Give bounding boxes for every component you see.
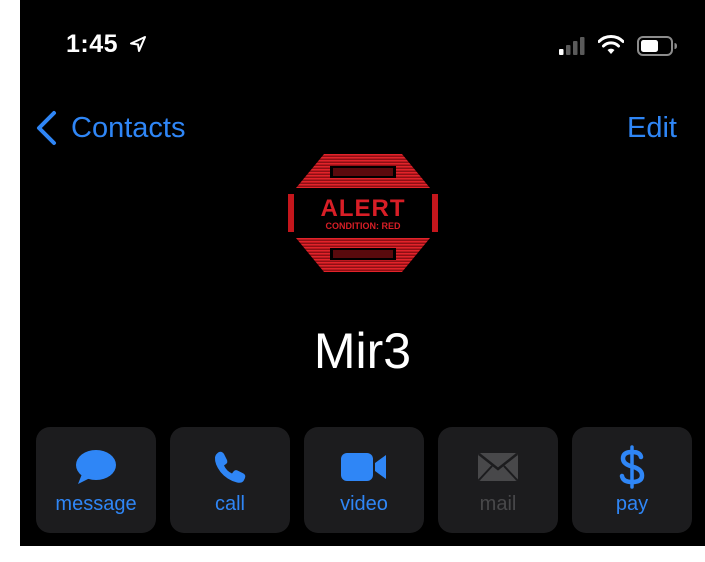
contact-avatar-alert-logo: ALERT CONDITION: RED — [288, 154, 438, 272]
navigation-bar: Contacts Edit — [20, 100, 705, 154]
message-button-label: message — [55, 493, 137, 515]
call-button-label: call — [214, 493, 245, 515]
avatar-logo-text: ALERT — [321, 195, 406, 222]
battery-icon — [637, 36, 677, 56]
contact-name: Mir3 — [313, 323, 412, 379]
status-time: 1:45 — [66, 30, 119, 58]
pay-button[interactable]: pay — [572, 427, 692, 533]
mail-button[interactable]: mail — [438, 427, 558, 533]
pay-button-label: pay — [615, 493, 649, 515]
envelope-icon — [478, 453, 518, 481]
call-button[interactable]: call — [170, 427, 290, 533]
cellular-signal-icon — [559, 37, 585, 55]
back-to-contacts-button[interactable]: Contacts — [35, 108, 185, 148]
message-button[interactable]: message — [36, 427, 156, 533]
wifi-icon — [598, 35, 624, 54]
back-button-label: Contacts — [71, 111, 186, 144]
message-bubble-icon — [76, 450, 116, 484]
chevron-left-icon — [37, 111, 56, 145]
mail-button-label: mail — [479, 493, 517, 515]
status-bar: 1:45 — [20, 0, 705, 80]
video-camera-icon — [341, 453, 386, 481]
video-button[interactable]: video — [304, 427, 424, 533]
dollar-icon — [619, 445, 645, 489]
contact-actions: message call video mail pay — [36, 427, 692, 533]
edit-button[interactable]: Edit — [627, 108, 677, 148]
avatar-logo-subtext: CONDITION: RED — [326, 221, 401, 231]
contact-screen: 1:45 Contacts Edit ALERT CONDITION: RED … — [20, 0, 705, 546]
video-button-label: video — [340, 493, 388, 515]
phone-icon — [214, 451, 246, 483]
location-arrow-icon — [130, 36, 146, 52]
